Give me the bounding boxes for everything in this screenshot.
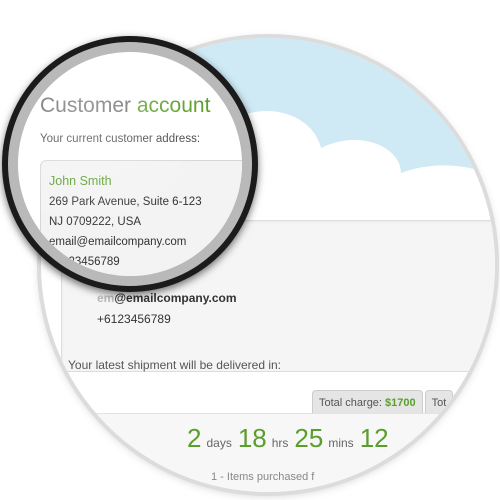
countdown-secs: 12 [359,423,389,453]
address-phone: +6123456789 [97,312,171,326]
address-street: 269 Park Avenue, Suite 6-123 [49,196,202,208]
magnifier-lens: Customer account Your current customer a… [2,36,258,292]
shipment-tabs: Total charge: $1700 Tot [312,390,455,415]
countdown-days: 2 [187,423,202,453]
shipment-intro: Your latest shipment will be delivered i… [68,358,282,372]
countdown-hours-label: hrs [271,436,289,450]
address-email-partial: em@emailcompany.com [97,291,237,305]
address-region: NJ 0709222, USA [49,216,142,228]
countdown-mins: 25 [294,423,324,453]
countdown-days-label: days [206,436,232,450]
customer-name: John Smith [49,174,112,188]
countdown-timer: 2 days 18 hrs 25 mins 12 [187,423,389,454]
magnified-view: Customer account Your current customer a… [18,52,242,276]
tab-total-charge[interactable]: Total charge: $1700 [312,390,423,415]
tab-second[interactable]: Tot [424,390,454,415]
address-email: email@emailcompany.com [49,236,187,248]
countdown-mins-label: mins [328,436,354,450]
items-purchased-line: 1 - Items purchased f [211,471,315,483]
page-title: Customer account [40,94,211,117]
address-phone-fragment: +6123456789 [49,256,120,268]
page-subtitle: Your current customer address: [40,133,201,145]
countdown-hours: 18 [237,423,267,453]
